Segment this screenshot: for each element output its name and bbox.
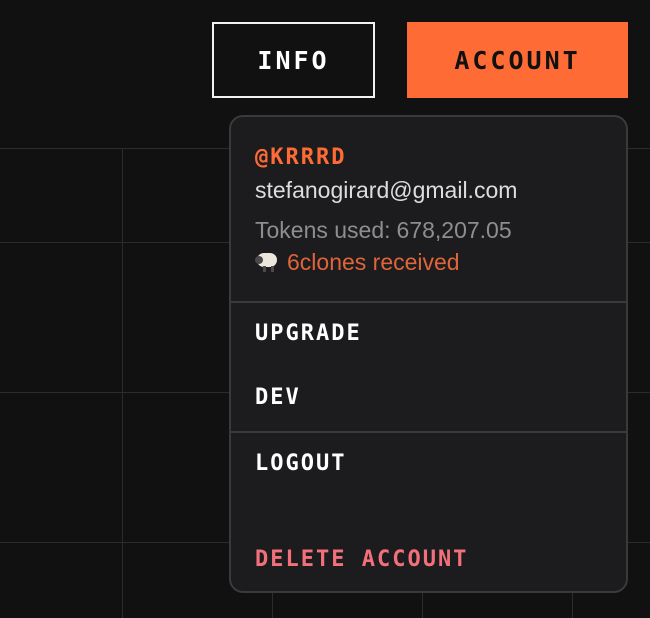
account-button[interactable]: ACCOUNT: [407, 22, 628, 98]
menu-item-upgrade[interactable]: UPGRADE: [231, 321, 362, 346]
grid-line: [122, 148, 123, 618]
info-button[interactable]: INFO: [212, 22, 375, 98]
tokens-used: Tokens used: 678,207.05: [255, 215, 626, 245]
tokens-used-label: Tokens used:: [255, 217, 391, 243]
clones-received-text: 6clones received: [287, 249, 460, 275]
menu-item-delete-account[interactable]: DELETE ACCOUNT: [231, 547, 468, 572]
sheep-icon: [255, 251, 281, 273]
profile-section: @KRRRD stefanogirard@gmail.com Tokens us…: [231, 117, 626, 303]
user-handle: @KRRRD: [255, 145, 347, 170]
menu-item-dev[interactable]: DEV: [231, 385, 301, 410]
clones-received: 6clones received: [255, 247, 626, 277]
menu-section-session: LOGOUT DELETE ACCOUNT: [231, 433, 626, 591]
account-dropdown-menu: @KRRRD stefanogirard@gmail.com Tokens us…: [229, 115, 628, 593]
menu-item-logout[interactable]: LOGOUT: [231, 451, 346, 476]
user-email: stefanogirard@gmail.com: [255, 177, 518, 203]
tokens-used-value: 678,207.05: [396, 217, 512, 243]
menu-section-main: UPGRADE DEV: [231, 303, 626, 433]
